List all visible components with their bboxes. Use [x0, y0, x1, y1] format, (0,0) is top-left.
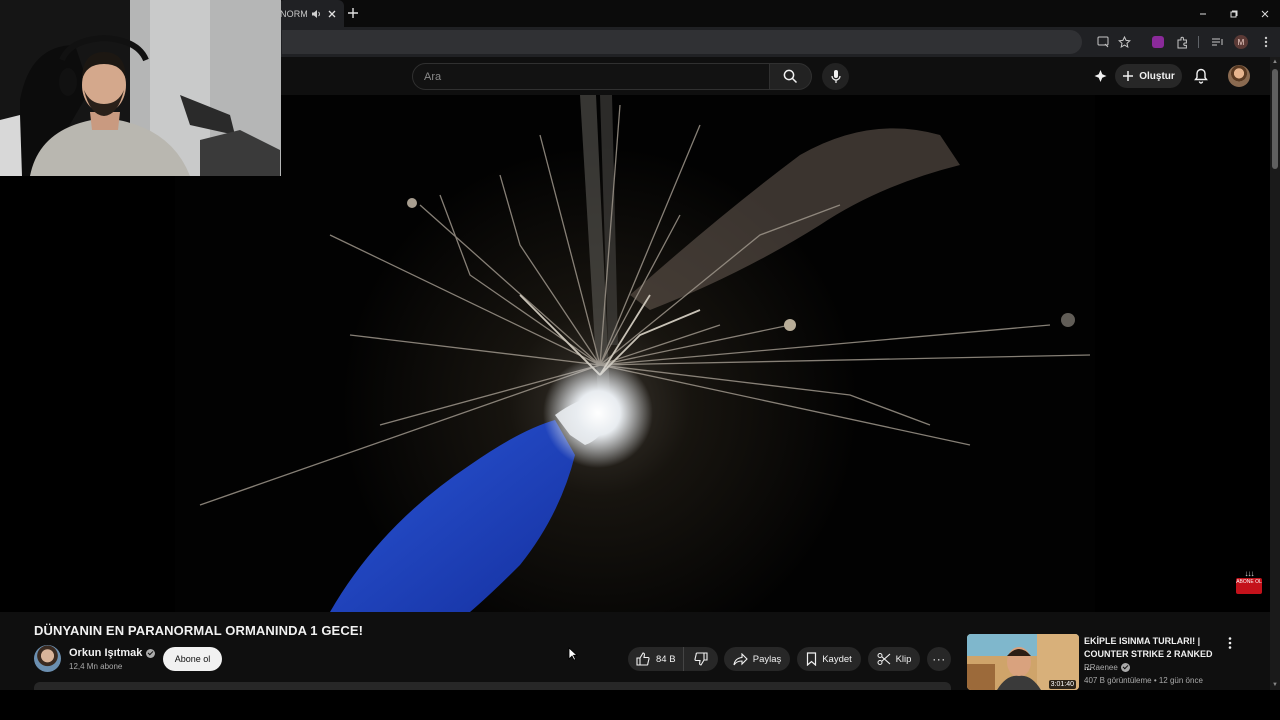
browser-tab[interactable]: NORM: [278, 0, 344, 27]
kebab-menu-icon[interactable]: [1224, 636, 1236, 650]
more-actions-button[interactable]: ···: [927, 647, 951, 671]
save-label: Kaydet: [822, 653, 852, 665]
thumbs-up-icon: [636, 652, 650, 666]
like-button[interactable]: 84 B: [628, 647, 684, 671]
voice-search-button[interactable]: [822, 63, 849, 90]
channel-name-row[interactable]: Orkun Işıtmak: [69, 647, 156, 659]
subscribe-button[interactable]: Abone ol: [163, 647, 222, 671]
close-tab-icon[interactable]: [326, 8, 338, 20]
create-label: Oluştur: [1139, 70, 1175, 82]
thumbs-down-icon: [694, 652, 708, 666]
recommended-video-thumbnail[interactable]: 3:01:40: [967, 634, 1079, 690]
new-tab-icon[interactable]: [346, 6, 360, 20]
extension-icon[interactable]: [1150, 34, 1166, 50]
scrollbar-thumb[interactable]: [1272, 69, 1278, 169]
search-box: [412, 63, 770, 90]
webcam-overlay: [0, 0, 281, 176]
watermark-badge: ABONE OL: [1236, 578, 1262, 594]
video-duration: 3:01:40: [1048, 680, 1076, 689]
subscriber-count: 12,4 Mn abone: [69, 662, 123, 671]
microphone-icon: [830, 70, 841, 83]
scroll-up-arrow-icon[interactable]: ▲: [1271, 58, 1279, 66]
search-input[interactable]: [424, 70, 744, 83]
minimize-button[interactable]: [1187, 0, 1218, 27]
notifications-bell-icon[interactable]: [1192, 67, 1210, 85]
verified-check-icon: [1120, 663, 1130, 672]
search-icon: [783, 69, 798, 84]
bookmark-star-icon[interactable]: [1116, 34, 1132, 50]
toolbar-separator: [1198, 36, 1199, 48]
verified-check-icon: [146, 648, 156, 658]
streamer-webcam-image: [0, 0, 281, 176]
share-button[interactable]: Paylaş: [724, 647, 790, 671]
recommended-channel-name: RRaenee: [1084, 663, 1118, 672]
address-bar[interactable]: [282, 30, 1082, 54]
subscribe-watermark[interactable]: ↓↓↓ ABONE OL: [1236, 570, 1262, 598]
restore-button[interactable]: [1218, 0, 1249, 27]
profile-button[interactable]: M: [1233, 34, 1249, 50]
recommended-channel-row[interactable]: RRaenee: [1084, 663, 1130, 672]
install-app-icon[interactable]: [1095, 34, 1111, 50]
close-icon: [1261, 10, 1268, 17]
channel-avatar[interactable]: [34, 645, 61, 672]
recommended-video-meta: 407 B görüntüleme • 12 gün önce: [1084, 676, 1203, 685]
search-button[interactable]: [770, 63, 812, 90]
create-button[interactable]: Oluştur: [1115, 64, 1182, 88]
scissors-icon: [877, 653, 890, 665]
dislike-button[interactable]: [684, 652, 718, 666]
tab-title: NORM: [280, 8, 308, 19]
media-controls-icon[interactable]: [1209, 34, 1225, 50]
close-window-button[interactable]: [1249, 0, 1280, 27]
save-button[interactable]: Kaydet: [797, 647, 861, 671]
ai-sparkle-icon[interactable]: [1091, 67, 1109, 85]
plus-icon: [1123, 71, 1134, 81]
account-avatar[interactable]: [1228, 65, 1250, 87]
clip-button[interactable]: Klip: [868, 647, 920, 671]
share-arrow-icon: [733, 652, 748, 665]
speaker-icon[interactable]: [310, 8, 322, 20]
extensions-puzzle-icon[interactable]: [1174, 34, 1190, 50]
watermark-arrows: ↓↓↓: [1244, 569, 1255, 578]
video-title: DÜNYANIN EN PARANORMAL ORMANINDA 1 GECE!: [34, 623, 364, 638]
channel-name: Orkun Işıtmak: [69, 647, 143, 659]
bookmark-icon: [807, 652, 817, 666]
restore-icon: [1230, 10, 1237, 17]
bottom-letterbox: [0, 690, 1280, 720]
browser-menu-icon[interactable]: [1258, 34, 1274, 50]
scroll-down-arrow-icon[interactable]: ▼: [1271, 681, 1279, 689]
clip-label: Klip: [895, 653, 912, 665]
like-count: 84 B: [656, 653, 676, 665]
mouse-cursor-icon: [568, 647, 578, 661]
share-label: Paylaş: [752, 653, 782, 665]
profile-avatar: M: [1234, 35, 1248, 49]
minimize-icon: [1199, 13, 1206, 14]
page-scrollbar[interactable]: ▲ ▼: [1270, 57, 1280, 690]
description-box[interactable]: [34, 682, 951, 690]
like-dislike-group: 84 B: [628, 647, 718, 671]
video-info-section: DÜNYANIN EN PARANORMAL ORMANINDA 1 GECE!…: [0, 612, 1270, 690]
window-controls: [1187, 0, 1280, 27]
